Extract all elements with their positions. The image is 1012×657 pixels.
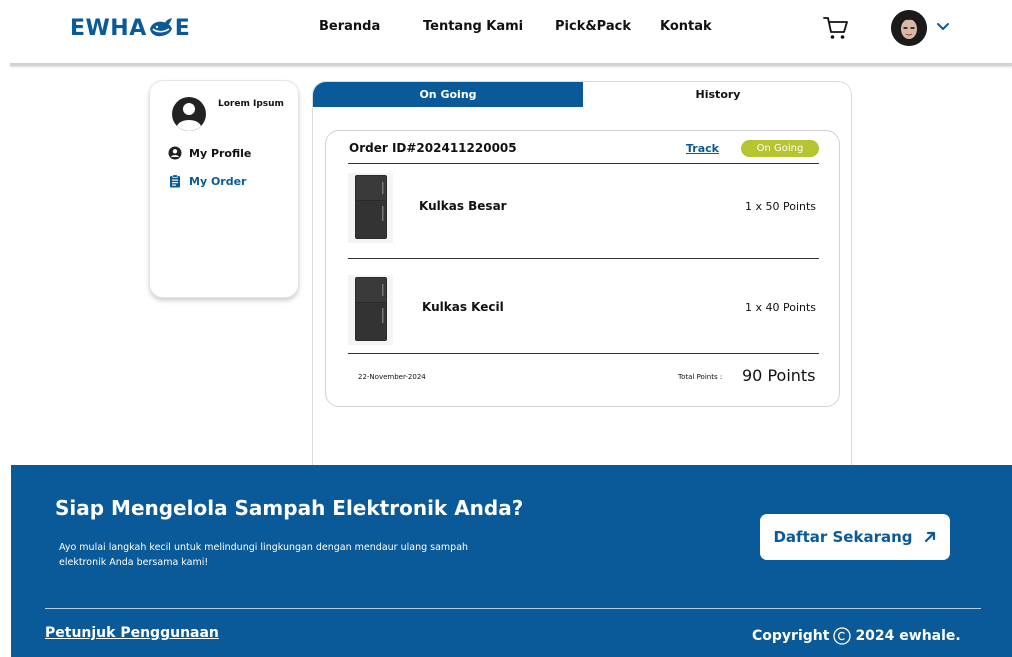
item-name: Kulkas Kecil (422, 300, 504, 314)
guide-link[interactable]: Petunjuk Penggunaan (45, 625, 219, 641)
nav-beranda[interactable]: Beranda (319, 19, 380, 34)
avatar-photo (891, 10, 927, 46)
divider (348, 353, 819, 354)
copyright-icon (833, 627, 852, 645)
user-avatar-icon (172, 97, 206, 131)
whale-icon (149, 18, 172, 37)
cta-description: Ayo mulai langkah kecil untuk melindungi… (59, 542, 469, 568)
cart-icon[interactable] (822, 15, 850, 41)
sidebar-user-name: Lorem Ipsum (218, 99, 284, 109)
divider (348, 163, 819, 164)
ewhale-logo[interactable]: EWHA E (70, 12, 190, 44)
header-divider (10, 63, 1012, 66)
tab-on-going[interactable]: On Going (313, 82, 583, 107)
sidebar-item-label: My Profile (189, 146, 252, 160)
nav-tentang-kami[interactable]: Tentang Kami (423, 19, 523, 34)
copyright: Copyright 2024 ewhale. (752, 627, 961, 645)
total-points-label: Total Points : (678, 373, 723, 381)
copyright-prefix: Copyright (752, 628, 830, 644)
status-badge: On Going (741, 140, 819, 157)
refrigerator-image (348, 173, 393, 243)
sidebar-item-label: My Order (189, 174, 247, 188)
refrigerator-image (348, 275, 393, 345)
register-button[interactable]: Daftar Sekarang (760, 514, 950, 560)
total-points-value: 90 Points (742, 366, 816, 385)
footer-divider (45, 608, 981, 609)
sidebar-item-my-profile[interactable]: My Profile (168, 146, 251, 160)
chevron-down-icon[interactable] (935, 20, 951, 34)
order-card: Order ID#202411220005 Track On Going Kul… (325, 130, 840, 407)
clipboard-icon (170, 174, 180, 188)
tab-history[interactable]: History (583, 82, 851, 107)
divider (348, 258, 819, 259)
item-quantity: 1 x 40 Points (745, 301, 817, 314)
footer: Siap Mengelola Sampah Elektronik Anda? A… (11, 465, 1012, 657)
orders-panel: On Going History Order ID#202411220005 T… (312, 81, 852, 476)
profile-sidebar: Lorem Ipsum My Profile My Order (149, 80, 299, 298)
user-circle-icon (168, 146, 182, 160)
logo-text-start: EWHA (70, 15, 147, 41)
nav-kontak[interactable]: Kontak (660, 19, 712, 34)
item-name: Kulkas Besar (419, 199, 507, 213)
copyright-text: 2024 ewhale. (855, 628, 961, 644)
nav-pick-and-pack[interactable]: Pick&Pack (555, 19, 631, 34)
register-button-label: Daftar Sekarang (773, 528, 913, 546)
top-navbar: EWHA E Beranda Tentang Kami Pick&Pack Ko… (0, 0, 1012, 64)
order-tabs: On Going History (313, 82, 851, 107)
order-date: 22-November-2024 (358, 373, 426, 381)
arrow-up-right-icon (924, 531, 935, 543)
sidebar-item-my-order[interactable]: My Order (168, 174, 246, 188)
item-quantity: 1 x 50 Points (745, 200, 817, 213)
track-link[interactable]: Track (686, 142, 719, 155)
avatar[interactable] (891, 10, 927, 46)
order-id: Order ID#202411220005 (349, 141, 517, 155)
cta-title: Siap Mengelola Sampah Elektronik Anda? (55, 496, 524, 520)
logo-text-end: E (174, 15, 191, 41)
